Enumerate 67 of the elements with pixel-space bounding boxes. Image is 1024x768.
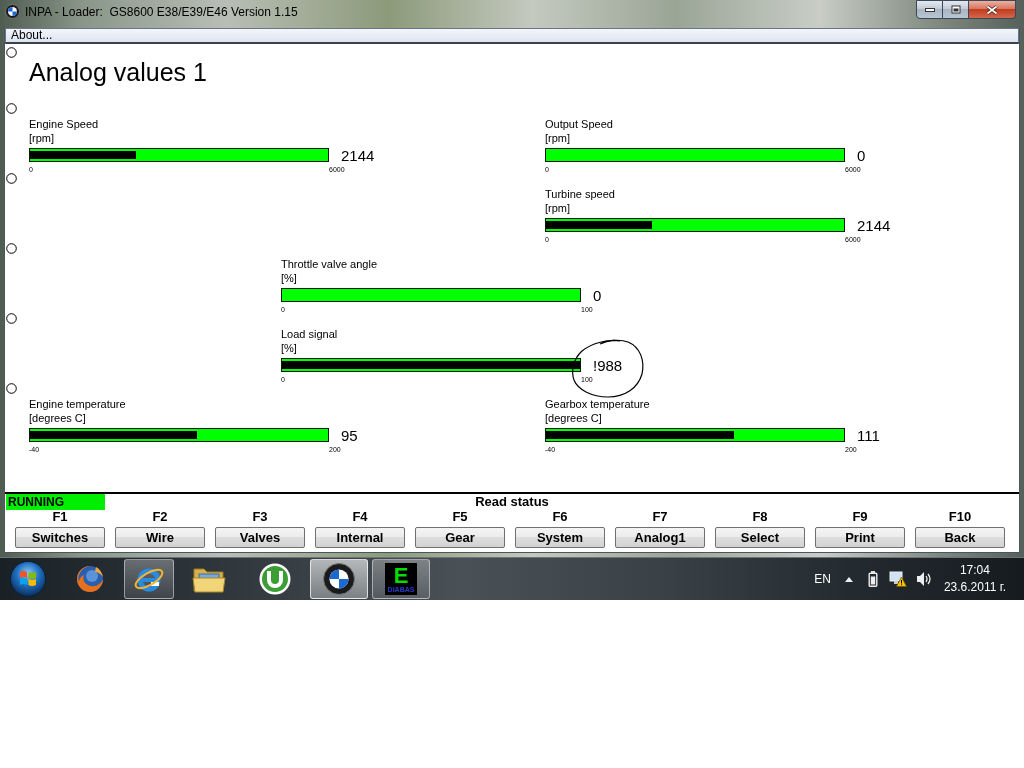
disc-icon: [259, 563, 291, 595]
battery-icon[interactable]: [867, 571, 878, 587]
gauge-value: 2144: [857, 217, 891, 235]
clock-time[interactable]: 17:04: [959, 562, 990, 579]
function-key-label: F4: [352, 510, 368, 524]
status-message: Read status: [475, 494, 549, 510]
page-title: Analog values 1: [29, 58, 207, 87]
gauge-label: Engine Speed: [29, 117, 99, 131]
maximize-icon: [950, 5, 961, 14]
logo-letter: E: [393, 565, 409, 586]
function-key-button[interactable]: Switches: [15, 527, 105, 548]
function-key-label: F10: [948, 510, 972, 524]
gauge-value: 95: [341, 427, 358, 445]
folder-icon: [192, 565, 226, 593]
gauge-value: 2144: [341, 147, 375, 165]
taskbar-button[interactable]: [310, 559, 368, 599]
gauge-label: Output Speed: [545, 117, 613, 131]
function-key-button[interactable]: System: [515, 527, 605, 548]
function-key-button[interactable]: Print: [815, 527, 905, 548]
gauge-value: 111: [857, 427, 880, 445]
caret-up-icon[interactable]: [844, 576, 853, 582]
unit-label: [rpm]: [545, 201, 571, 215]
function-key-button[interactable]: Select: [715, 527, 805, 548]
fox-globe-icon: [74, 563, 106, 595]
window-title: INPA - Loader: GS8600 E38/E39/E46 Version 1.15: [25, 5, 298, 20]
status-indicator: RUNNING: [6, 494, 105, 510]
function-key-button[interactable]: Internal: [315, 527, 405, 548]
unit-label: [%]: [281, 341, 297, 355]
function-key-button[interactable]: Gear: [415, 527, 505, 548]
function-key-label: F9: [852, 510, 868, 524]
unit-label: [rpm]: [29, 131, 55, 145]
gauge-label: Gearbox temperature: [545, 397, 650, 411]
unit-label: [%]: [281, 271, 297, 285]
menu-item[interactable]: About...: [7, 29, 57, 42]
function-key-button[interactable]: Analog1: [615, 527, 705, 548]
gauge-label: Turbine speed: [545, 187, 615, 201]
gauge-label: Engine temperature: [29, 397, 126, 411]
close-icon: [986, 4, 998, 15]
unit-label: [degrees C]: [545, 411, 602, 425]
gauge-value: 0: [593, 287, 602, 305]
function-key-button[interactable]: Valves: [215, 527, 305, 548]
function-key-label: F8: [752, 510, 768, 524]
function-key-button[interactable]: Wire: [115, 527, 205, 548]
gauge-value: 0: [857, 147, 866, 165]
function-key-label: F5: [452, 510, 468, 524]
gauge-label: Throttle valve angle: [281, 257, 377, 271]
close-button[interactable]: [969, 0, 1016, 19]
roundel-icon: [5, 4, 20, 19]
minimize-icon: [924, 7, 935, 12]
clock-date[interactable]: 23.6.2011 г.: [943, 579, 1006, 596]
gauge-value: !988: [593, 357, 623, 375]
function-key-button[interactable]: Back: [915, 527, 1005, 548]
function-key-label: F7: [652, 510, 668, 524]
speaker-icon[interactable]: [915, 571, 932, 587]
function-key-label: F6: [552, 510, 568, 524]
orb-icon: [10, 561, 46, 597]
language-indicator[interactable]: EN: [814, 572, 831, 586]
maximize-button[interactable]: [943, 0, 969, 19]
unit-label: [degrees C]: [29, 411, 86, 425]
roundel-icon: [323, 563, 355, 595]
unit-label: [rpm]: [545, 131, 571, 145]
function-key-label: F2: [152, 510, 168, 524]
gauge-label: Load signal: [281, 327, 338, 341]
minimize-button[interactable]: [916, 0, 943, 19]
function-key-label: F3: [252, 510, 268, 524]
monitor-warning-icon[interactable]: [888, 571, 907, 587]
function-key-label: F1: [52, 510, 68, 524]
